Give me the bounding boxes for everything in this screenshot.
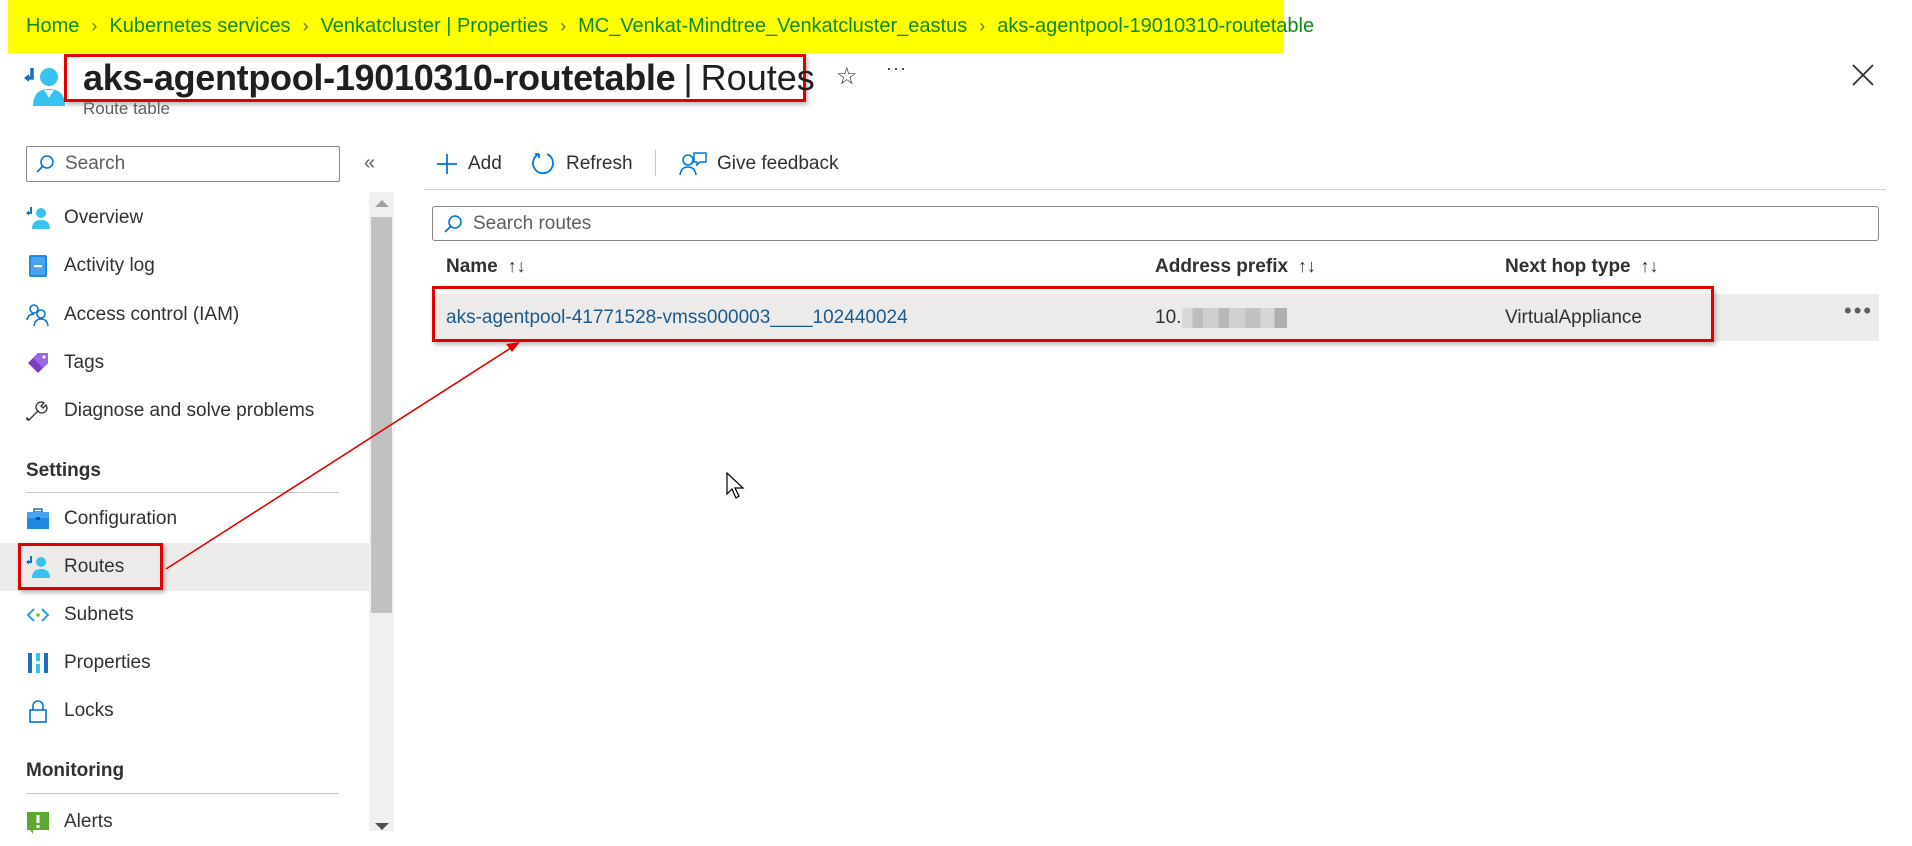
breadcrumb-separator: ›: [560, 16, 567, 36]
title-separator: |: [683, 57, 693, 98]
resource-type: Route table: [83, 99, 170, 118]
route-table-icon: [26, 556, 50, 578]
configuration-icon: [27, 508, 49, 529]
properties-icon: [28, 653, 48, 673]
sidebar-item-diagnose[interactable]: Diagnose and solve problems: [0, 387, 369, 435]
sidebar-item-configuration[interactable]: Configuration: [0, 495, 369, 543]
breadcrumb-home[interactable]: Home: [26, 15, 79, 38]
refresh-label: Refresh: [566, 153, 633, 174]
refresh-icon: [532, 153, 554, 174]
add-button[interactable]: Add: [436, 150, 502, 178]
sidebar-search: [26, 146, 340, 182]
sidebar-item-label: Diagnose and solve problems: [64, 400, 315, 421]
tag-icon: [28, 353, 48, 373]
sidebar-item-label: Configuration: [64, 508, 178, 529]
toolbar-separator: [655, 150, 656, 176]
give-feedback-button[interactable]: Give feedback: [679, 150, 838, 178]
collapse-sidebar-button[interactable]: «: [364, 152, 375, 175]
wrench-icon: [26, 401, 48, 421]
sidebar-item-tags[interactable]: Tags: [0, 339, 369, 387]
route-table-icon: [26, 207, 50, 229]
section-divider: [26, 492, 339, 493]
sidebar-item-label: Access control (IAM): [64, 304, 240, 325]
mouse-pointer-icon: [726, 472, 745, 499]
sidebar-item-label: Alerts: [64, 811, 113, 832]
redacted-block: [1182, 307, 1288, 328]
routes-search-input[interactable]: [471, 211, 1855, 236]
sort-icon[interactable]: ↑↓: [1641, 256, 1659, 276]
lock-icon: [29, 700, 47, 723]
address-prefix-value: 10.: [1155, 307, 1182, 328]
sidebar-item-label: Activity log: [64, 255, 155, 276]
route-table-icon: [24, 68, 65, 106]
breadcrumb-separator: ›: [979, 16, 986, 36]
routes-search: [432, 206, 1879, 241]
breadcrumb-resource-group[interactable]: MC_Venkat-Mindtree_Venkatcluster_eastus: [578, 15, 967, 38]
alert-icon: [27, 812, 49, 834]
row-more-actions-button[interactable]: •••: [1844, 298, 1873, 324]
refresh-button[interactable]: Refresh: [530, 150, 633, 178]
sidebar-item-routes[interactable]: Routes: [0, 543, 369, 591]
iam-icon: [26, 304, 49, 327]
page-name: Routes: [700, 57, 815, 98]
route-name-link[interactable]: aks-agentpool-41771528-vmss000003____102…: [446, 307, 908, 329]
page-title: aks-agentpool-19010310-routetable | Rout…: [64, 54, 815, 102]
breadcrumb-separator: ›: [91, 16, 98, 36]
breadcrumb-separator: ›: [302, 16, 309, 36]
column-header-address-prefix[interactable]: Address prefix ↑↓: [1155, 256, 1316, 278]
sidebar-item-access-control[interactable]: Access control (IAM): [0, 291, 369, 339]
activity-log-icon: [29, 255, 47, 277]
sort-icon[interactable]: ↑↓: [1298, 256, 1316, 276]
sidebar-item-alerts[interactable]: Alerts: [0, 798, 369, 846]
section-heading-settings: Settings: [26, 460, 101, 481]
column-header-label: Address prefix: [1155, 256, 1289, 277]
plus-icon: [437, 154, 457, 174]
column-header-name[interactable]: Name ↑↓: [446, 256, 526, 278]
resource-name: aks-agentpool-19010310-routetable: [83, 57, 676, 98]
sort-icon[interactable]: ↑↓: [508, 256, 526, 276]
sidebar-item-locks[interactable]: Locks: [0, 687, 369, 735]
sidebar-item-properties[interactable]: Properties: [0, 639, 369, 687]
sidebar-item-label: Tags: [64, 352, 105, 373]
breadcrumb: Home › Kubernetes services › Venkatclust…: [8, 0, 1314, 53]
add-label: Add: [468, 153, 502, 174]
subnet-icon: [26, 608, 50, 622]
search-icon: [444, 214, 462, 233]
sidebar-item-label: Subnets: [64, 604, 134, 625]
scrollbar-thumb[interactable]: [371, 217, 392, 613]
more-actions-button[interactable]: ···: [886, 58, 907, 79]
sidebar-item-activity-log[interactable]: Activity log: [0, 242, 369, 290]
section-heading-monitoring: Monitoring: [26, 760, 125, 781]
address-prefix-cell: 10.: [1155, 307, 1288, 329]
column-header-label: Name: [446, 256, 498, 277]
sidebar-item-subnets[interactable]: Subnets: [0, 591, 369, 639]
close-icon[interactable]: [1850, 62, 1876, 88]
toolbar-divider: [424, 189, 1886, 190]
sidebar-item-label: Locks: [64, 700, 114, 721]
breadcrumb-cluster-properties[interactable]: Venkatcluster | Properties: [321, 15, 549, 38]
scroll-up-arrow-icon[interactable]: [375, 200, 389, 207]
sidebar-item-label: Overview: [64, 207, 144, 228]
favorite-star-icon[interactable]: ☆: [836, 62, 858, 91]
sidebar-search-input[interactable]: [63, 152, 327, 176]
search-icon: [36, 155, 54, 173]
sidebar-item-label: Routes: [64, 556, 125, 577]
scroll-down-arrow-icon[interactable]: [375, 823, 389, 830]
give-feedback-label: Give feedback: [717, 153, 839, 174]
breadcrumb-route-table[interactable]: aks-agentpool-19010310-routetable: [997, 15, 1314, 38]
section-divider: [26, 793, 339, 794]
sidebar-item-label: Properties: [64, 652, 151, 673]
sidebar-item-overview[interactable]: Overview: [0, 194, 369, 242]
column-header-label: Next hop type: [1505, 256, 1631, 277]
column-header-next-hop-type[interactable]: Next hop type ↑↓: [1505, 256, 1659, 278]
feedback-icon: [679, 152, 707, 176]
next-hop-type-cell: VirtualAppliance: [1505, 307, 1642, 328]
breadcrumb-kubernetes-services[interactable]: Kubernetes services: [109, 15, 290, 38]
